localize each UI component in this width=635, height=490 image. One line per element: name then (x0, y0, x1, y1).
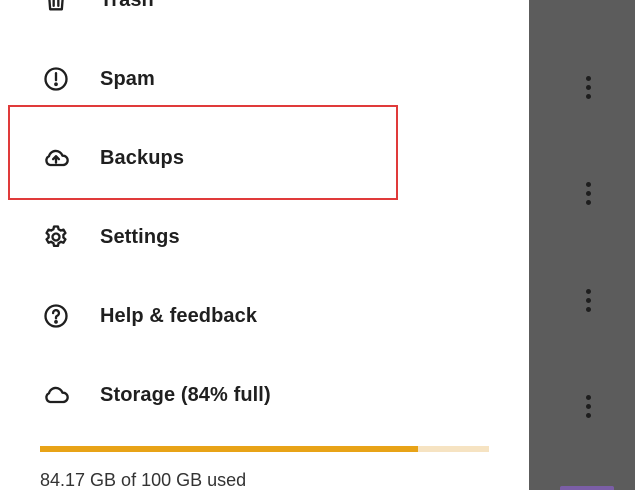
help-icon (40, 300, 72, 332)
more-vert-icon (585, 74, 591, 101)
more-vert-icon (585, 393, 591, 420)
spam-icon (40, 63, 72, 95)
drawer-item-label: Spam (100, 67, 155, 90)
more-vert-icon (585, 180, 591, 207)
navigation-drawer: Trash Spam Backups (0, 0, 529, 490)
more-vert-icon (585, 287, 591, 314)
storage-progress-bar (40, 446, 489, 452)
more-options-button[interactable] (574, 280, 602, 320)
storage-progress-fill (40, 446, 418, 452)
drawer-item-label: Backups (100, 146, 185, 169)
more-options-button[interactable] (574, 67, 602, 107)
cloud-upload-icon (40, 142, 72, 174)
gear-icon (40, 221, 72, 253)
cloud-icon (40, 379, 72, 411)
storage-usage-text: 84.17 GB of 100 GB used (40, 470, 247, 490)
drawer-item-help[interactable]: Help & feedback (0, 286, 529, 346)
drawer-item-spam[interactable]: Spam (0, 49, 529, 109)
drawer-item-label: Help & feedback (100, 304, 258, 327)
drawer-item-label: Settings (100, 225, 180, 248)
more-options-button[interactable] (574, 173, 602, 213)
drawer-item-label: Storage (84% full) (100, 383, 271, 406)
screen: Trash Spam Backups (0, 0, 635, 490)
drawer-item-label: Trash (100, 0, 154, 12)
drawer-item-storage[interactable]: Storage (84% full) (0, 365, 529, 425)
drawer-item-trash[interactable]: Trash (0, 0, 529, 30)
partial-item-edge (560, 486, 614, 490)
drawer-item-backups[interactable]: Backups (0, 128, 529, 188)
drawer-item-settings[interactable]: Settings (0, 207, 529, 267)
more-options-button[interactable] (574, 386, 602, 426)
trash-icon (40, 0, 72, 16)
